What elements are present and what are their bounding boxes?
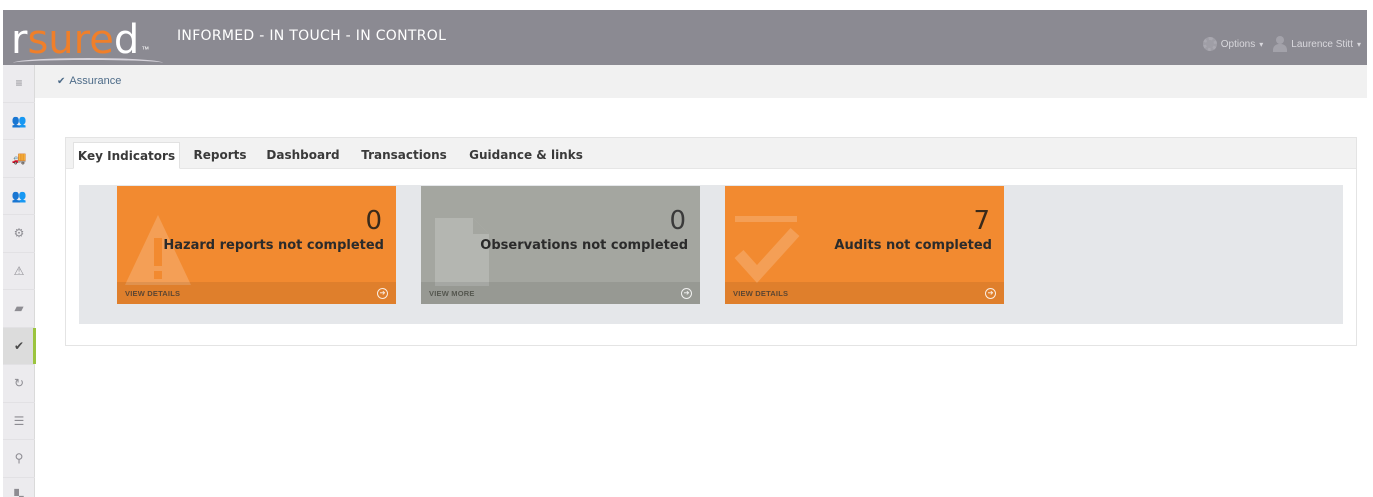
key-indicators-panel: Key Indicators Reports Dashboard Transac… bbox=[65, 137, 1357, 346]
logo-trademark: ™ bbox=[141, 45, 150, 54]
chevron-down-icon: ▾ bbox=[1356, 39, 1361, 49]
sidebar-item-settings[interactable]: ⚙ bbox=[3, 215, 35, 253]
gear-icon bbox=[1202, 37, 1217, 51]
tab-label: Key Indicators bbox=[77, 149, 176, 163]
list-icon: ☰ bbox=[13, 413, 25, 428]
tile-footer[interactable]: VIEW DETAILS ➔ bbox=[117, 282, 396, 304]
tile-count: 0 bbox=[669, 206, 686, 236]
tab-guidance-links[interactable]: Guidance & links bbox=[466, 142, 586, 169]
view-details-link[interactable]: VIEW DETAILS bbox=[733, 289, 788, 298]
header-actions: Options ▾ Laurence Stitt ▾ bbox=[1202, 36, 1361, 52]
tagline: INFORMED - IN TOUCH - IN CONTROL bbox=[177, 28, 447, 44]
menu-icon: ≡ bbox=[15, 76, 23, 91]
view-more-link[interactable]: VIEW MORE bbox=[429, 289, 475, 298]
breadcrumb[interactable]: ✔ Assurance bbox=[57, 75, 121, 87]
rsured-logo[interactable]: r sure d ™ bbox=[11, 14, 163, 63]
tab-content-key-indicators: 0 Hazard reports not completed VIEW DETA… bbox=[79, 185, 1343, 324]
refresh-icon: ↻ bbox=[13, 376, 25, 391]
tile-audits[interactable]: 7 Audits not completed VIEW DETAILS ➔ bbox=[725, 186, 1004, 304]
tab-bar: Key Indicators Reports Dashboard Transac… bbox=[66, 138, 1356, 169]
tab-label: Reports bbox=[193, 148, 247, 162]
logo-text-end: d bbox=[113, 17, 140, 63]
options-menu[interactable]: Options ▾ bbox=[1202, 37, 1264, 51]
sidebar-item-hazard[interactable]: ⚠ bbox=[3, 253, 35, 290]
arrow-right-circle-icon[interactable]: ➔ bbox=[985, 287, 996, 299]
tile-footer[interactable]: VIEW DETAILS ➔ bbox=[725, 282, 1004, 304]
sidebar-item-vehicle[interactable]: 🚚 bbox=[3, 140, 35, 178]
book-icon: ▰ bbox=[14, 301, 24, 316]
tile-observations[interactable]: 0 Observations not completed VIEW MORE ➔ bbox=[421, 186, 700, 304]
user-name: Laurence Stitt bbox=[1291, 38, 1353, 50]
logo-text-accent: sure bbox=[27, 17, 114, 63]
sidebar-item-book[interactable]: ▰ bbox=[3, 290, 35, 328]
library-icon: ▚ bbox=[14, 488, 24, 497]
tab-reports[interactable]: Reports bbox=[188, 142, 252, 169]
users-icon: 👥 bbox=[11, 113, 27, 128]
sidebar-item-users[interactable]: 👥 bbox=[3, 103, 35, 140]
tile-label: Hazard reports not completed bbox=[163, 238, 384, 253]
arrow-right-circle-icon[interactable]: ➔ bbox=[377, 287, 388, 299]
tab-label: Guidance & links bbox=[469, 148, 583, 162]
user-menu[interactable]: Laurence Stitt ▾ bbox=[1273, 36, 1361, 52]
chevron-down-icon: ▾ bbox=[1259, 39, 1264, 49]
tab-dashboard[interactable]: Dashboard bbox=[264, 142, 342, 169]
sidebar-item-menu[interactable]: ≡ bbox=[3, 65, 35, 103]
sidebar-nav: ≡ 👥 🚚 👥 ⚙ ⚠ ▰ ✔ ↻ ☰ ⚲ ▚ bbox=[3, 65, 36, 497]
tile-label: Audits not completed bbox=[834, 238, 992, 253]
hazard-icon: ⚠ bbox=[13, 263, 25, 278]
check-icon bbox=[734, 216, 800, 283]
tile-count: 7 bbox=[973, 206, 990, 236]
tile-hazard-reports[interactable]: 0 Hazard reports not completed VIEW DETA… bbox=[117, 186, 396, 304]
location-icon: ⚲ bbox=[14, 451, 24, 466]
breadcrumb-label: Assurance bbox=[69, 75, 122, 87]
options-label: Options bbox=[1220, 38, 1256, 50]
tile-label: Observations not completed bbox=[480, 238, 688, 253]
sidebar-item-group[interactable]: 👥 bbox=[3, 178, 35, 215]
arrow-right-circle-icon[interactable]: ➔ bbox=[681, 287, 692, 299]
sidebar-item-location[interactable]: ⚲ bbox=[3, 440, 35, 478]
app-window: r sure d ™ INFORMED - IN TOUCH - IN CONTROL… bbox=[3, 10, 1367, 497]
tab-transactions[interactable]: Transactions bbox=[356, 142, 452, 169]
sidebar-item-list[interactable]: ☰ bbox=[3, 403, 35, 440]
sidebar-item-refresh[interactable]: ↻ bbox=[3, 365, 35, 403]
sidebar-item-library[interactable]: ▚ bbox=[3, 478, 35, 497]
settings-icon: ⚙ bbox=[13, 226, 25, 241]
top-header: r sure d ™ INFORMED - IN TOUCH - IN CONTROL… bbox=[3, 10, 1367, 65]
checkmark-icon: ✔ bbox=[57, 75, 66, 87]
breadcrumb-bar: ✔ Assurance bbox=[35, 65, 1367, 98]
tab-label: Dashboard bbox=[266, 148, 340, 162]
tile-footer[interactable]: VIEW MORE ➔ bbox=[421, 282, 700, 304]
group-icon: 👥 bbox=[11, 188, 27, 203]
logo-text-start: r bbox=[11, 17, 28, 63]
view-details-link[interactable]: VIEW DETAILS bbox=[125, 289, 180, 298]
vehicle-icon: 🚚 bbox=[11, 151, 27, 166]
sidebar-item-check[interactable]: ✔ bbox=[3, 327, 36, 365]
tab-key-indicators[interactable]: Key Indicators bbox=[73, 142, 180, 169]
check-icon: ✔ bbox=[13, 338, 25, 353]
tab-label: Transactions bbox=[361, 148, 447, 162]
user-icon bbox=[1273, 36, 1288, 52]
tile-count: 0 bbox=[365, 206, 382, 236]
